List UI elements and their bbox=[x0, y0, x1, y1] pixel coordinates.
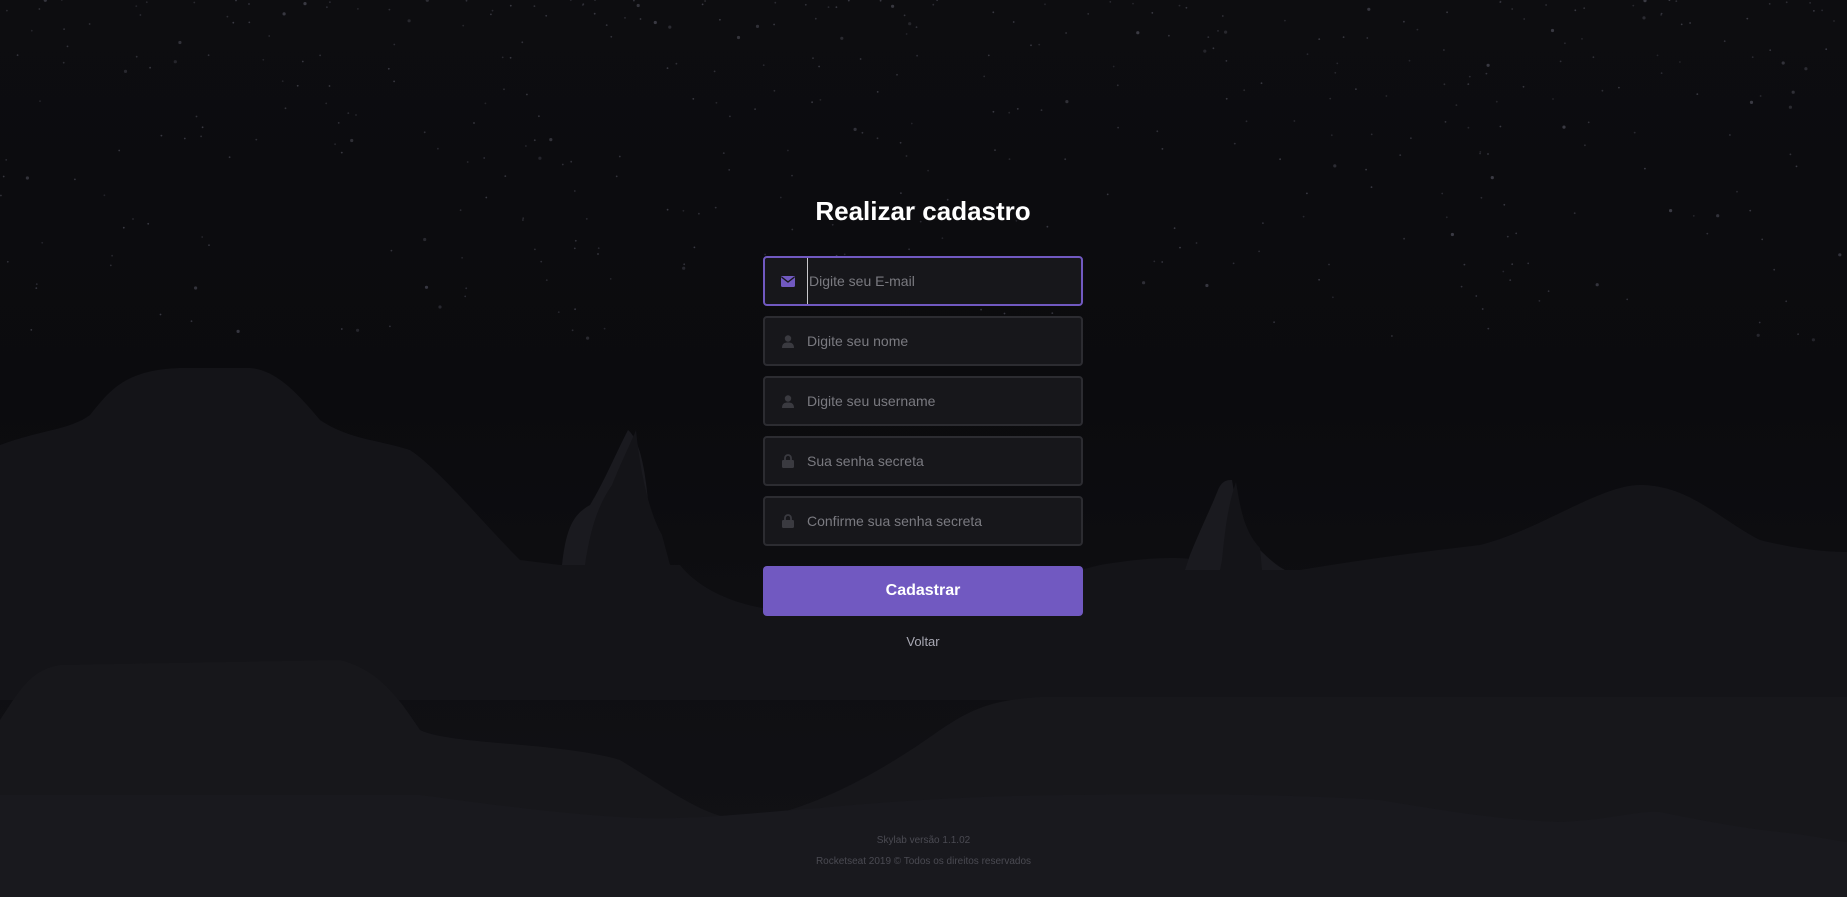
email-field[interactable] bbox=[763, 256, 1083, 306]
register-button[interactable]: Cadastrar bbox=[763, 566, 1083, 616]
confirm-password-field[interactable] bbox=[763, 496, 1083, 546]
username-field[interactable] bbox=[763, 376, 1083, 426]
name-input[interactable] bbox=[807, 318, 1065, 364]
password-input[interactable] bbox=[807, 438, 1065, 484]
email-input[interactable] bbox=[807, 258, 1065, 304]
lock-icon bbox=[781, 454, 795, 468]
confirm-password-input[interactable] bbox=[807, 498, 1065, 544]
user-icon bbox=[781, 394, 795, 408]
envelope-icon bbox=[781, 274, 795, 288]
name-field[interactable] bbox=[763, 316, 1083, 366]
username-input[interactable] bbox=[807, 378, 1065, 424]
lock-icon bbox=[781, 514, 795, 528]
back-link[interactable]: Voltar bbox=[906, 634, 939, 649]
password-field[interactable] bbox=[763, 436, 1083, 486]
version-text: Skylab versão 1.1.02 bbox=[876, 835, 971, 846]
user-icon bbox=[781, 334, 795, 348]
copyright-text: Rocketseat 2019 © Todos os direitos rese… bbox=[815, 856, 1032, 867]
signup-form: Realizar cadastro Digite seu E-mail Digi… bbox=[763, 190, 1083, 649]
signup-screen: Realizar cadastro Digite seu E-mail Digi… bbox=[0, 0, 1847, 897]
page-title: Realizar cadastro bbox=[815, 196, 1031, 226]
